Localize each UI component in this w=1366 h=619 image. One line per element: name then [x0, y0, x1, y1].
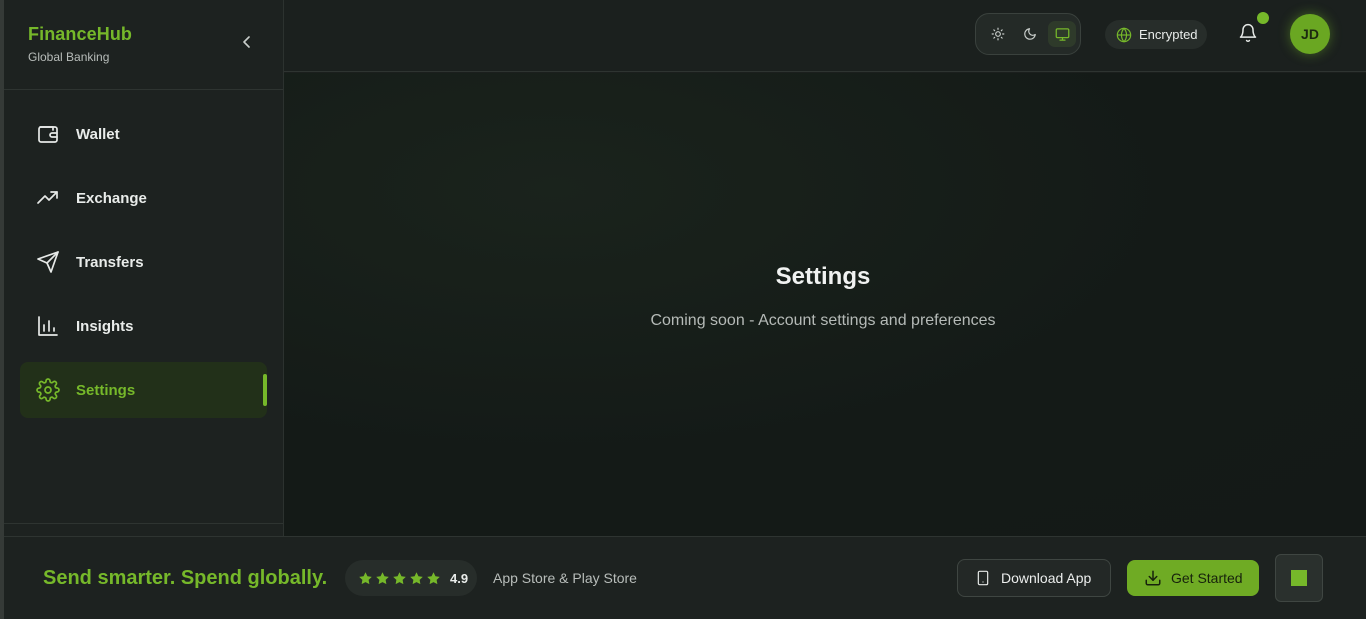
sidebar-nav: Wallet Exchange Transfers Insights Setti…: [20, 106, 267, 426]
send-icon: [36, 250, 60, 274]
theme-toggle: [975, 13, 1081, 55]
rating-badge: 4.9: [345, 560, 477, 596]
store-availability: App Store & Play Store: [493, 570, 637, 586]
sidebar-item-settings[interactable]: Settings: [20, 362, 267, 418]
moon-icon: [1024, 28, 1036, 40]
sidebar: FinanceHub Global Banking Wallet Exchang…: [4, 0, 284, 536]
bell-icon: [1239, 23, 1257, 43]
top-header: Encrypted JD: [284, 0, 1366, 72]
stop-icon: [1291, 570, 1307, 586]
notification-dot: [1257, 12, 1269, 24]
download-app-label: Download App: [1001, 570, 1092, 586]
sidebar-item-insights[interactable]: Insights: [20, 298, 267, 354]
sidebar-item-label: Insights: [76, 317, 134, 335]
wallet-icon: [36, 122, 60, 146]
collapse-sidebar-button[interactable]: [237, 32, 257, 52]
download-app-button[interactable]: Download App: [957, 559, 1111, 597]
encrypted-label: Encrypted: [1139, 27, 1198, 42]
rating-stars: [358, 571, 441, 586]
globe-icon: [1116, 26, 1132, 43]
gear-icon: [36, 378, 60, 402]
footer-bar: Send smarter. Spend globally. 4.9 App St…: [4, 536, 1366, 619]
footer-tagline: Send smarter. Spend globally.: [43, 567, 328, 589]
star-icon: [359, 571, 372, 584]
active-indicator: [263, 374, 267, 406]
brand: FinanceHub Global Banking: [28, 24, 132, 64]
sidebar-item-label: Exchange: [76, 189, 147, 207]
page-title: Settings: [775, 263, 871, 290]
monitor-icon: [1055, 27, 1069, 41]
sidebar-item-wallet[interactable]: Wallet: [20, 106, 267, 162]
smartphone-icon: [977, 570, 989, 586]
sidebar-item-label: Wallet: [76, 125, 120, 143]
rating-value: 4.9: [450, 570, 469, 586]
sidebar-item-label: Transfers: [76, 253, 144, 271]
main-content: Settings Coming soon - Account settings …: [284, 73, 1366, 536]
stop-button[interactable]: [1275, 554, 1323, 602]
trending-up-icon: [36, 186, 60, 210]
get-started-label: Get Started: [1171, 570, 1243, 586]
sidebar-divider: [4, 89, 283, 90]
star-icon: [410, 571, 423, 584]
page-subtitle: Coming soon - Account settings and prefe…: [650, 312, 996, 329]
get-started-button[interactable]: Get Started: [1127, 560, 1259, 596]
encrypted-badge: Encrypted: [1105, 20, 1207, 49]
brand-title: FinanceHub: [28, 24, 133, 44]
download-icon: [1145, 570, 1161, 586]
sidebar-item-label: Settings: [76, 381, 136, 399]
theme-dark-button[interactable]: [1016, 21, 1044, 47]
sidebar-item-transfers[interactable]: Transfers: [20, 234, 267, 290]
sun-icon: [991, 27, 1005, 41]
star-icon: [427, 571, 440, 584]
brand-subtitle: Global Banking: [28, 50, 110, 64]
theme-light-button[interactable]: [984, 21, 1012, 47]
sidebar-item-exchange[interactable]: Exchange: [20, 170, 267, 226]
star-icon: [393, 571, 406, 584]
avatar[interactable]: JD: [1290, 14, 1330, 54]
star-icon: [376, 571, 389, 584]
bar-chart-icon: [36, 314, 60, 338]
sidebar-bottom-divider: [4, 523, 283, 524]
chevron-left-icon: [243, 36, 250, 48]
theme-system-button[interactable]: [1048, 21, 1076, 47]
